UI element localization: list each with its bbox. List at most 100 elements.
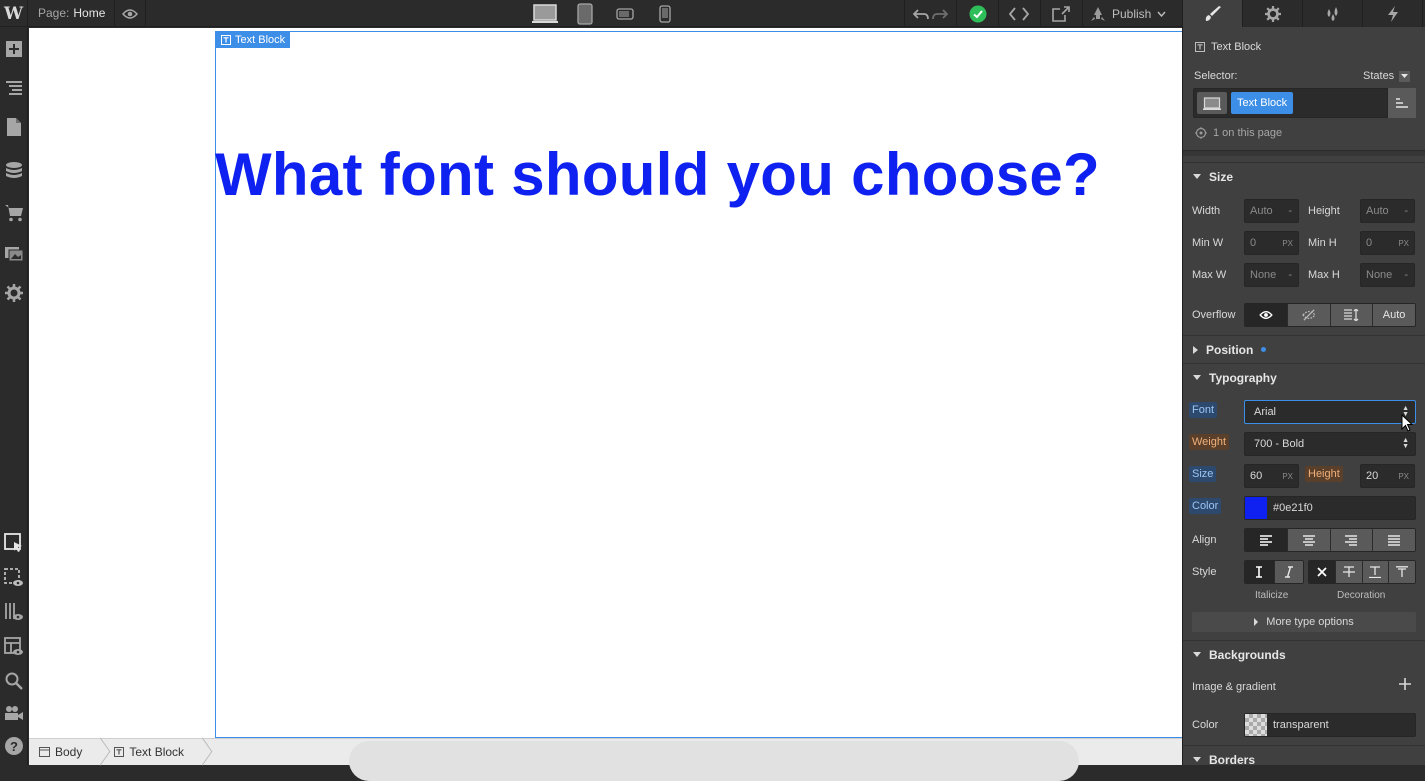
page-selector[interactable]: Page: Home <box>38 6 105 20</box>
align-label: Align <box>1192 534 1217 546</box>
italic-icon <box>1284 566 1293 578</box>
redo-icon[interactable] <box>930 0 950 27</box>
line-height-input[interactable]: 20 PX <box>1360 464 1415 488</box>
eye-icon <box>1259 311 1273 319</box>
breakpoint-desktop-icon[interactable] <box>1197 92 1227 114</box>
states-dropdown[interactable]: States <box>1363 70 1411 82</box>
max-width-input[interactable]: None - <box>1244 263 1299 287</box>
overline-button[interactable] <box>1389 561 1415 583</box>
align-right-button[interactable] <box>1330 529 1374 551</box>
section-title: Typography <box>1209 370 1277 385</box>
text-color-label: Color <box>1189 498 1222 514</box>
preview-eye-icon[interactable] <box>118 0 142 27</box>
pages-icon[interactable] <box>0 112 28 142</box>
weight-select[interactable]: 700 - Bold ▲ ▼ <box>1244 432 1416 456</box>
publish-button[interactable]: Publish <box>1090 0 1166 27</box>
help-icon[interactable]: ? <box>0 731 28 761</box>
more-type-options-label: More type options <box>1266 616 1354 628</box>
section-typography-header[interactable]: Typography <box>1183 363 1425 391</box>
expand-caret-icon <box>1254 618 1259 626</box>
mobile-landscape-icon[interactable] <box>605 0 645 27</box>
lightning-icon <box>1387 5 1398 22</box>
underline-button[interactable] <box>1362 561 1390 583</box>
overflow-visible-button[interactable] <box>1245 304 1288 326</box>
assets-images-icon[interactable] <box>0 238 28 268</box>
color-swatch[interactable] <box>1245 497 1267 519</box>
selected-element-name: Text Block <box>1211 41 1262 53</box>
section-size-header[interactable]: Size <box>1183 162 1425 190</box>
mobile-portrait-icon[interactable] <box>645 0 685 27</box>
italic-off-button[interactable] <box>1245 561 1275 583</box>
code-icon[interactable] <box>1004 0 1034 27</box>
max-height-input[interactable]: None - <box>1360 263 1415 287</box>
align-right-icon <box>1345 534 1358 546</box>
desktop-device-icon[interactable] <box>525 0 565 27</box>
italic-on-button[interactable] <box>1274 561 1303 583</box>
element-tag[interactable]: Text Block <box>216 31 291 48</box>
section-borders-header[interactable]: Borders <box>1183 745 1425 765</box>
overflow-auto-button[interactable]: Auto <box>1373 304 1415 326</box>
min-width-input[interactable]: 0 PX <box>1244 231 1299 255</box>
unit-dash: - <box>1288 205 1292 217</box>
section-backgrounds-header[interactable]: Backgrounds <box>1183 640 1425 668</box>
text-block-outline[interactable] <box>215 31 1182 738</box>
layout-preview-icon[interactable] <box>0 632 28 662</box>
overflow-scroll-button[interactable] <box>1330 304 1374 326</box>
min-height-input[interactable]: 0 PX <box>1360 231 1415 255</box>
style-label: Style <box>1192 566 1217 578</box>
more-type-options-button[interactable]: More type options <box>1192 612 1416 632</box>
overflow-hidden-button[interactable] <box>1287 304 1331 326</box>
cms-database-icon[interactable] <box>0 156 28 186</box>
strikethrough-button[interactable] <box>1335 561 1363 583</box>
align-center-button[interactable] <box>1287 529 1331 551</box>
divider <box>956 0 957 27</box>
selector-menu-icon[interactable] <box>1387 88 1416 118</box>
section-title: Backgrounds <box>1209 647 1286 662</box>
text-color-input[interactable]: #0e21f0 <box>1244 496 1416 520</box>
tab-style[interactable] <box>1183 0 1243 27</box>
add-elements-icon[interactable] <box>0 34 28 64</box>
usage-count-label: 1 on this page <box>1213 127 1283 139</box>
page-prefix: Page: <box>38 6 70 20</box>
export-icon[interactable] <box>1046 0 1076 27</box>
width-input[interactable]: Auto - <box>1244 199 1299 223</box>
align-justify-button[interactable] <box>1373 529 1415 551</box>
collapse-caret-icon <box>1193 174 1201 179</box>
min-width-label: Min W <box>1192 237 1224 249</box>
undo-icon[interactable] <box>910 0 932 27</box>
add-background-icon[interactable] <box>1399 678 1411 693</box>
webflow-logo[interactable]: W <box>0 0 28 27</box>
select-element-icon[interactable] <box>0 528 28 558</box>
divider <box>998 0 999 27</box>
font-select[interactable]: Arial ▲ ▼ <box>1244 400 1416 424</box>
divider <box>145 0 146 27</box>
decoration-none-button[interactable] <box>1309 561 1336 583</box>
search-icon[interactable] <box>0 666 28 696</box>
usage-count: 1 on this page <box>1195 127 1282 139</box>
text-color-value: #0e21f0 <box>1273 502 1313 514</box>
navigator-icon[interactable] <box>0 73 28 103</box>
grid-overlay-icon[interactable] <box>0 597 28 627</box>
section-position-header[interactable]: Position <box>1183 335 1425 363</box>
collapse-caret-icon <box>1193 375 1201 380</box>
font-size-input[interactable]: 60 PX <box>1244 464 1299 488</box>
selector-class-chip[interactable]: Text Block <box>1231 92 1294 114</box>
design-canvas[interactable]: Text Block What font should you choose? <box>29 28 1182 738</box>
tab-settings[interactable] <box>1243 0 1303 27</box>
preview-selection-icon[interactable] <box>0 563 28 593</box>
heading-text[interactable]: What font should you choose? <box>215 140 1100 209</box>
video-tutorials-icon[interactable] <box>0 698 28 728</box>
tab-interactions[interactable] <box>1363 0 1423 27</box>
ecommerce-cart-icon[interactable] <box>0 198 28 228</box>
align-left-button[interactable] <box>1245 529 1288 551</box>
breadcrumb-item-body[interactable]: Body <box>29 739 94 766</box>
modified-indicator-dot <box>1261 347 1267 352</box>
tablet-device-icon[interactable] <box>565 0 605 27</box>
transparent-swatch[interactable] <box>1245 714 1267 736</box>
tab-style-manager[interactable] <box>1303 0 1363 27</box>
decoration-caption: Decoration <box>1337 590 1386 601</box>
settings-gear-icon[interactable] <box>0 278 28 308</box>
breadcrumb-item-text-block[interactable]: Text Block <box>104 739 196 766</box>
height-input[interactable]: Auto - <box>1360 199 1415 223</box>
background-color-input[interactable]: transparent <box>1244 713 1416 737</box>
